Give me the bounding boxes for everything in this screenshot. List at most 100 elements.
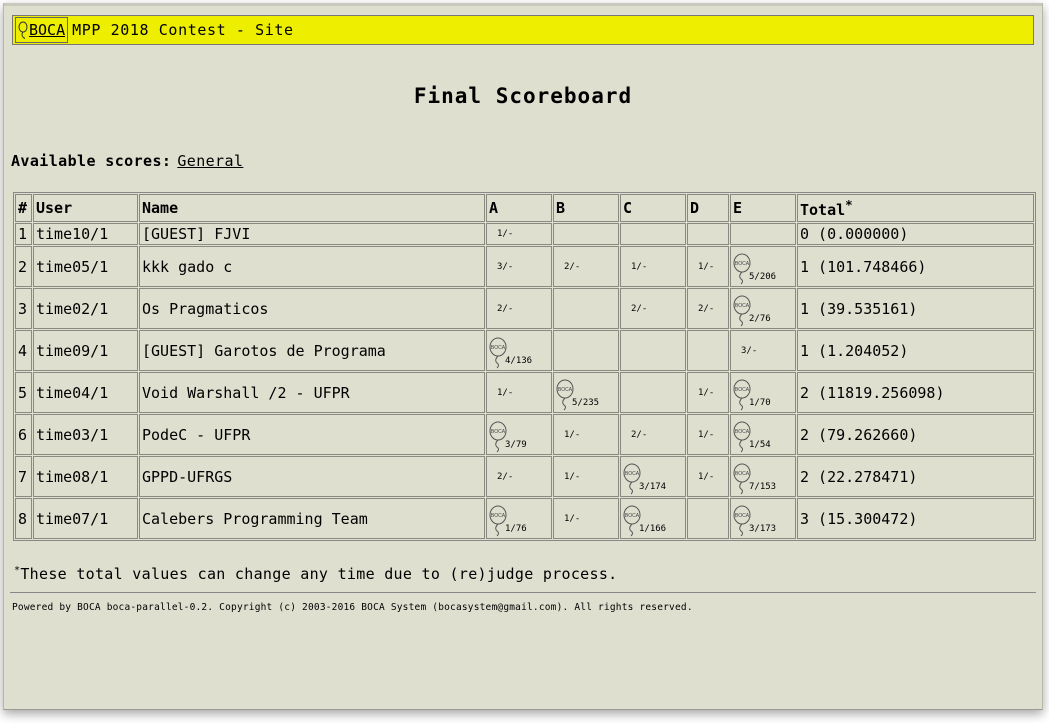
team-name-cell: kkk gado c (139, 246, 485, 287)
solved-balloon: BOCA 3/174 (623, 459, 683, 495)
available-scores-label: Available scores: (11, 152, 172, 170)
logo-text: BOCA (29, 21, 66, 39)
problem-cell (687, 223, 729, 245)
svg-text:BOCA: BOCA (491, 513, 506, 519)
problem-result: 2/76 (749, 313, 771, 324)
problem-cell: 3/- (730, 330, 796, 371)
svg-text:BOCA: BOCA (735, 387, 750, 393)
problem-result: 3/79 (505, 439, 527, 450)
problem-cell: BOCA 3/174 (620, 456, 686, 497)
table-row: 4 time09/1 [GUEST] Garotos de Programa BOCA… (15, 330, 1034, 371)
rejudge-note: *These total values can change any time … (14, 565, 618, 583)
problem-cell: BOCA 3/173 (730, 498, 796, 539)
column-header: A (486, 194, 552, 222)
problem-cell: 1/- (553, 498, 619, 539)
problem-result: 1/- (564, 513, 581, 524)
problem-result: 1/76 (505, 523, 527, 534)
problem-result: 3/174 (639, 481, 667, 492)
note-text: These total values can change any time d… (20, 565, 618, 583)
problem-cell: 2/- (687, 288, 729, 329)
svg-text:BOCA: BOCA (625, 513, 640, 519)
problem-cell (553, 223, 619, 245)
solved-balloon: BOCA 1/54 (733, 417, 793, 453)
contest-title: MPP 2018 Contest - Site (72, 21, 294, 39)
problem-cell: 1/- (687, 246, 729, 287)
problem-cell: 1/- (553, 456, 619, 497)
problem-cell: 1/- (687, 414, 729, 455)
table-row: 3 time02/1 Os Pragmaticos 2/- 2/- 2/- BOCA 2/76… (15, 288, 1034, 329)
total-cell: 1 (39.535161) (797, 288, 1034, 329)
column-header: B (553, 194, 619, 222)
problem-result: 1/54 (749, 439, 771, 450)
browser-window: BOCA MPP 2018 Contest - Site Final Score… (3, 3, 1043, 710)
table-row: 2 time05/1 kkk gado c 3/- 2/- 1/- 1/- BOCA 5/206… (15, 246, 1034, 287)
column-header-total: Total* (797, 194, 1034, 222)
problem-cell (687, 330, 729, 371)
problem-result: 1/- (698, 387, 715, 398)
total-cell: 1 (101.748466) (797, 246, 1034, 287)
column-header: C (620, 194, 686, 222)
problem-cell: BOCA 1/166 (620, 498, 686, 539)
rank-cell: 4 (15, 330, 32, 371)
solved-balloon: BOCA 1/76 (489, 501, 549, 537)
problem-cell: 1/- (486, 223, 552, 245)
problem-result: 1/- (698, 429, 715, 440)
available-scores: Available scores: General (11, 152, 243, 170)
svg-text:BOCA: BOCA (735, 471, 750, 477)
problem-cell: 1/- (687, 456, 729, 497)
window-top-edge (4, 3, 1042, 6)
solved-balloon: BOCA 3/79 (489, 417, 549, 453)
table-row: 8 time07/1 Calebers Programming Team BOCA 1/… (15, 498, 1034, 539)
solved-balloon: BOCA 3/173 (733, 501, 793, 537)
problem-result: 1/166 (639, 523, 667, 534)
problem-cell: 1/- (486, 372, 552, 413)
user-cell: time04/1 (33, 372, 138, 413)
problem-cell (553, 330, 619, 371)
problem-cell (620, 372, 686, 413)
column-header: D (687, 194, 729, 222)
column-header: Name (139, 194, 485, 222)
problem-result: 2/- (497, 303, 514, 314)
problem-result: 1/- (698, 261, 715, 272)
user-cell: time10/1 (33, 223, 138, 245)
svg-text:BOCA: BOCA (625, 471, 640, 477)
user-cell: time03/1 (33, 414, 138, 455)
user-cell: time05/1 (33, 246, 138, 287)
problem-cell: 2/- (486, 288, 552, 329)
problem-result: 3/- (497, 261, 514, 272)
problem-result: 2/- (564, 261, 581, 272)
scoreboard-table: # User Name A B C D E Total* 1 time10/1 [G… (13, 192, 1036, 541)
problem-result: 1/- (698, 471, 715, 482)
svg-text:BOCA: BOCA (735, 513, 750, 519)
problem-cell: 2/- (486, 456, 552, 497)
total-asterisk: * (845, 197, 853, 212)
problem-cell: 1/- (620, 246, 686, 287)
problem-cell: 2/- (553, 246, 619, 287)
rank-cell: 1 (15, 223, 32, 245)
boca-logo-link[interactable]: BOCA (15, 17, 69, 43)
problem-result: 3/- (741, 345, 758, 356)
team-name-cell: PodeC - UFPR (139, 414, 485, 455)
solved-balloon: BOCA 7/153 (733, 459, 793, 495)
problem-result: 1/- (564, 471, 581, 482)
svg-text:BOCA: BOCA (491, 345, 506, 351)
problem-result: 4/136 (505, 355, 533, 366)
user-cell: time07/1 (33, 498, 138, 539)
problem-result: 1/70 (749, 397, 771, 408)
table-row: 5 time04/1 Void Warshall /2 - UFPR 1/- BOCA 5… (15, 372, 1034, 413)
balloon-icon (18, 21, 28, 39)
footer-text: Powered by BOCA boca-parallel-0.2. Copyr… (12, 602, 693, 613)
team-name-cell: Calebers Programming Team (139, 498, 485, 539)
svg-text:BOCA: BOCA (558, 387, 573, 393)
team-name-cell: [GUEST] Garotos de Programa (139, 330, 485, 371)
rank-cell: 7 (15, 456, 32, 497)
team-name-cell: Void Warshall /2 - UFPR (139, 372, 485, 413)
total-label: Total (800, 201, 846, 219)
problem-result: 2/- (631, 303, 648, 314)
svg-text:BOCA: BOCA (735, 261, 750, 267)
page-title: Final Scoreboard (413, 84, 633, 108)
total-cell: 0 (0.000000) (797, 223, 1034, 245)
user-cell: time08/1 (33, 456, 138, 497)
general-score-link[interactable]: General (177, 152, 243, 170)
team-name-cell: [GUEST] FJVI (139, 223, 485, 245)
